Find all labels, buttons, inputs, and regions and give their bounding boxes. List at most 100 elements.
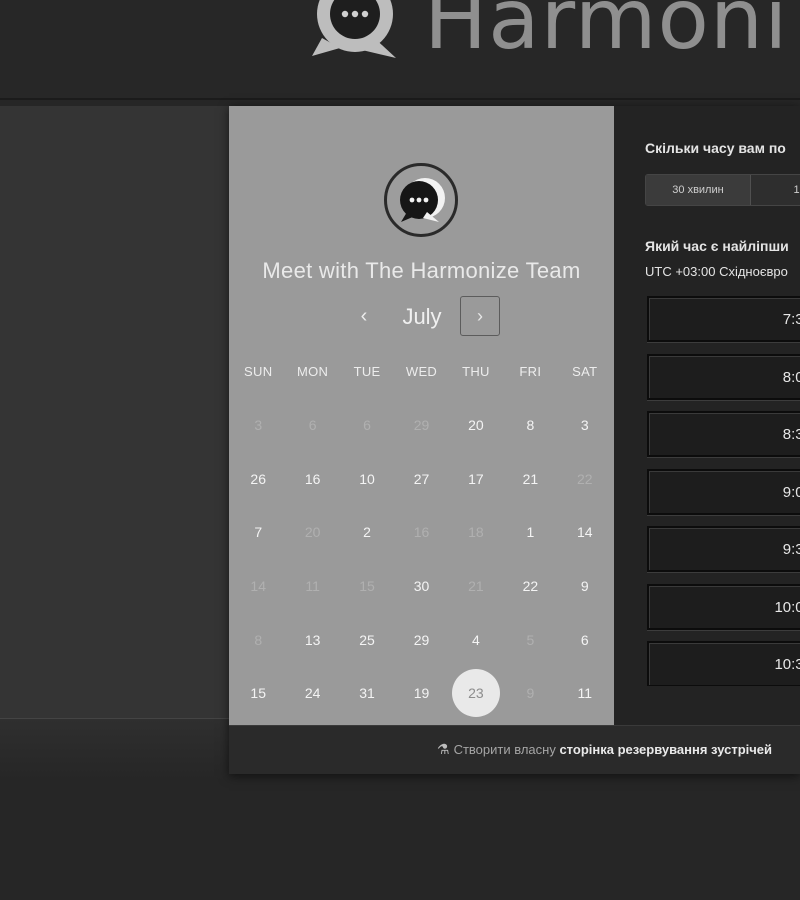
calendar-day-label: 14 — [250, 577, 266, 594]
calendar-day[interactable]: 8 — [503, 398, 557, 452]
calendar-day[interactable]: 17 — [449, 452, 503, 506]
time-slot-button[interactable]: 8:30 — [647, 411, 800, 457]
calendar-day[interactable]: 31 — [340, 666, 394, 720]
calendar-day[interactable]: 7 — [231, 505, 285, 559]
time-slot-button[interactable]: 7:30 — [647, 296, 800, 342]
hubspot-sprocket-icon: ⚗ — [437, 741, 450, 757]
calendar-day-label: 18 — [468, 524, 484, 541]
weekday-header: SUN MON TUE WED THU FRI SAT — [231, 364, 612, 384]
calendar-day[interactable]: 20 — [449, 398, 503, 452]
calendar-day[interactable]: 26 — [231, 452, 285, 506]
time-slot-button[interactable]: 10:30 — [647, 641, 800, 686]
calendar-day[interactable]: 9 — [558, 559, 612, 613]
calendar-day: 15 — [340, 559, 394, 613]
time-slot-label: 8:30 — [782, 426, 800, 443]
calendar-day[interactable]: 19 — [394, 666, 448, 720]
calendar-panel: Meet with The Harmonize Team ‹ July › SU… — [229, 106, 614, 725]
calendar-day: 22 — [558, 452, 612, 506]
calendar-day-label: 29 — [413, 631, 430, 648]
calendar-day[interactable]: 11 — [558, 666, 612, 720]
calendar-day: 29 — [394, 398, 448, 452]
calendar-day-label: 4 — [472, 631, 480, 648]
calendar-day[interactable]: 10 — [340, 452, 394, 506]
app-header: Harmoni — [0, 0, 800, 100]
calendar-day[interactable]: 21 — [503, 452, 557, 506]
calendar-day: 6 — [340, 398, 394, 452]
calendar-day[interactable]: 24 — [285, 666, 339, 720]
weekday-label: WED — [405, 364, 438, 379]
calendar-day-label: 24 — [304, 685, 321, 702]
calendar-day-label: 3 — [254, 416, 263, 433]
calendar-day[interactable]: 30 — [394, 559, 448, 613]
calendar-day[interactable]: 2 — [340, 505, 394, 559]
calendar-day: 14 — [231, 559, 285, 613]
weekday-label: TUE — [353, 364, 381, 379]
calendar-day-label: 16 — [304, 470, 321, 487]
calendar-day-selected[interactable]: 23 — [449, 666, 503, 720]
calendar-day-label: 2 — [363, 524, 371, 541]
calendar-day-label: 13 — [304, 631, 321, 648]
calendar-day: 11 — [285, 559, 339, 613]
time-slot-button[interactable]: 9:30 — [647, 526, 800, 572]
calendar-day[interactable]: 3 — [558, 398, 612, 452]
calendar-day: 21 — [449, 559, 503, 613]
weekday-label: SUN — [244, 364, 273, 379]
calendar-day[interactable]: 15 — [231, 666, 285, 720]
time-selection-panel: Скільки часу вам по 30 хвилин 1 го Який … — [614, 106, 800, 725]
booking-widget: Meet with The Harmonize Team ‹ July › SU… — [229, 106, 800, 774]
duration-option-1h[interactable]: 1 го — [751, 175, 800, 205]
calendar-day[interactable]: 4 — [449, 613, 503, 667]
next-month-button[interactable]: › — [460, 296, 500, 336]
left-panel-shade — [0, 719, 229, 781]
footer-link-text[interactable]: сторінка резервування зустрічей — [559, 742, 772, 757]
calendar-day[interactable]: 14 — [558, 505, 612, 559]
calendar-day[interactable]: 6 — [558, 613, 612, 667]
time-slot-label: 8:00 — [782, 368, 800, 386]
calendar-day-label: 21 — [522, 470, 539, 487]
calendar-day-label: 16 — [413, 524, 430, 541]
calendar-day-label: 9 — [526, 685, 535, 702]
calendar-day[interactable]: 22 — [503, 559, 557, 613]
calendar-day-label: 8 — [254, 631, 263, 648]
calendar-day[interactable]: 29 — [394, 613, 448, 667]
calendar-day-label: 6 — [580, 631, 589, 648]
calendar-day-label: 17 — [468, 470, 484, 487]
footer-link[interactable]: ⚗ Створити власну сторінка резервування з… — [437, 741, 772, 758]
time-slot-label: 9:00 — [782, 483, 800, 501]
calendar-day[interactable]: 25 — [340, 613, 394, 667]
widget-footer: ⚗ Створити власну сторінка резервування з… — [229, 725, 800, 774]
time-slot-button[interactable]: 8:00 — [647, 353, 800, 400]
time-slot-list: 7:30 8:00 8:30 9:00 9:30 10:00 10:30 — [647, 296, 800, 686]
calendar-day-label: 23 — [451, 669, 500, 718]
harmonize-logo-icon — [312, 0, 396, 58]
calendar-day[interactable]: 1 — [503, 505, 557, 559]
calendar-day[interactable]: 16 — [285, 452, 339, 506]
previous-month-button[interactable]: ‹ — [351, 296, 377, 338]
month-label: July — [402, 304, 442, 329]
duration-option-30min[interactable]: 30 хвилин — [646, 175, 751, 205]
calendar-days-grid: 3 6 6 29 20 8 3 26 16 10 27 17 21 22 7 20 2 16 18 1 14 14 11 15… — [231, 398, 612, 720]
calendar-day: 6 — [285, 398, 339, 452]
calendar-day: 8 — [231, 613, 285, 667]
calendar-day-label: 20 — [304, 524, 321, 541]
time-slot-label: 9:30 — [782, 541, 800, 558]
calendar-day-label: 29 — [413, 416, 430, 433]
calendar-day[interactable]: 13 — [285, 613, 339, 667]
time-slot-label: 7:30 — [782, 311, 800, 328]
time-slot-label: 10:00 — [774, 598, 800, 616]
calendar-day-label: 27 — [413, 470, 430, 487]
calendar-day[interactable]: 27 — [394, 452, 448, 506]
time-slot-button[interactable]: 10:00 — [647, 583, 800, 630]
calendar-day-label: 14 — [576, 524, 593, 541]
weekday-label: SAT — [572, 364, 598, 379]
calendar-day-label: 11 — [305, 577, 320, 594]
time-slot-button[interactable]: 9:00 — [647, 468, 800, 515]
calendar-day-label: 21 — [468, 577, 484, 594]
calendar-title: Meet with The Harmonize Team — [262, 258, 581, 283]
avatar — [384, 163, 458, 237]
calendar-day-label: 22 — [576, 470, 593, 487]
timezone-label[interactable]: UTC +03:00 Східноєвро — [645, 264, 788, 279]
calendar-day-label: 9 — [580, 577, 589, 594]
calendar-day-label: 19 — [413, 685, 430, 702]
calendar-day: 9 — [503, 666, 557, 720]
